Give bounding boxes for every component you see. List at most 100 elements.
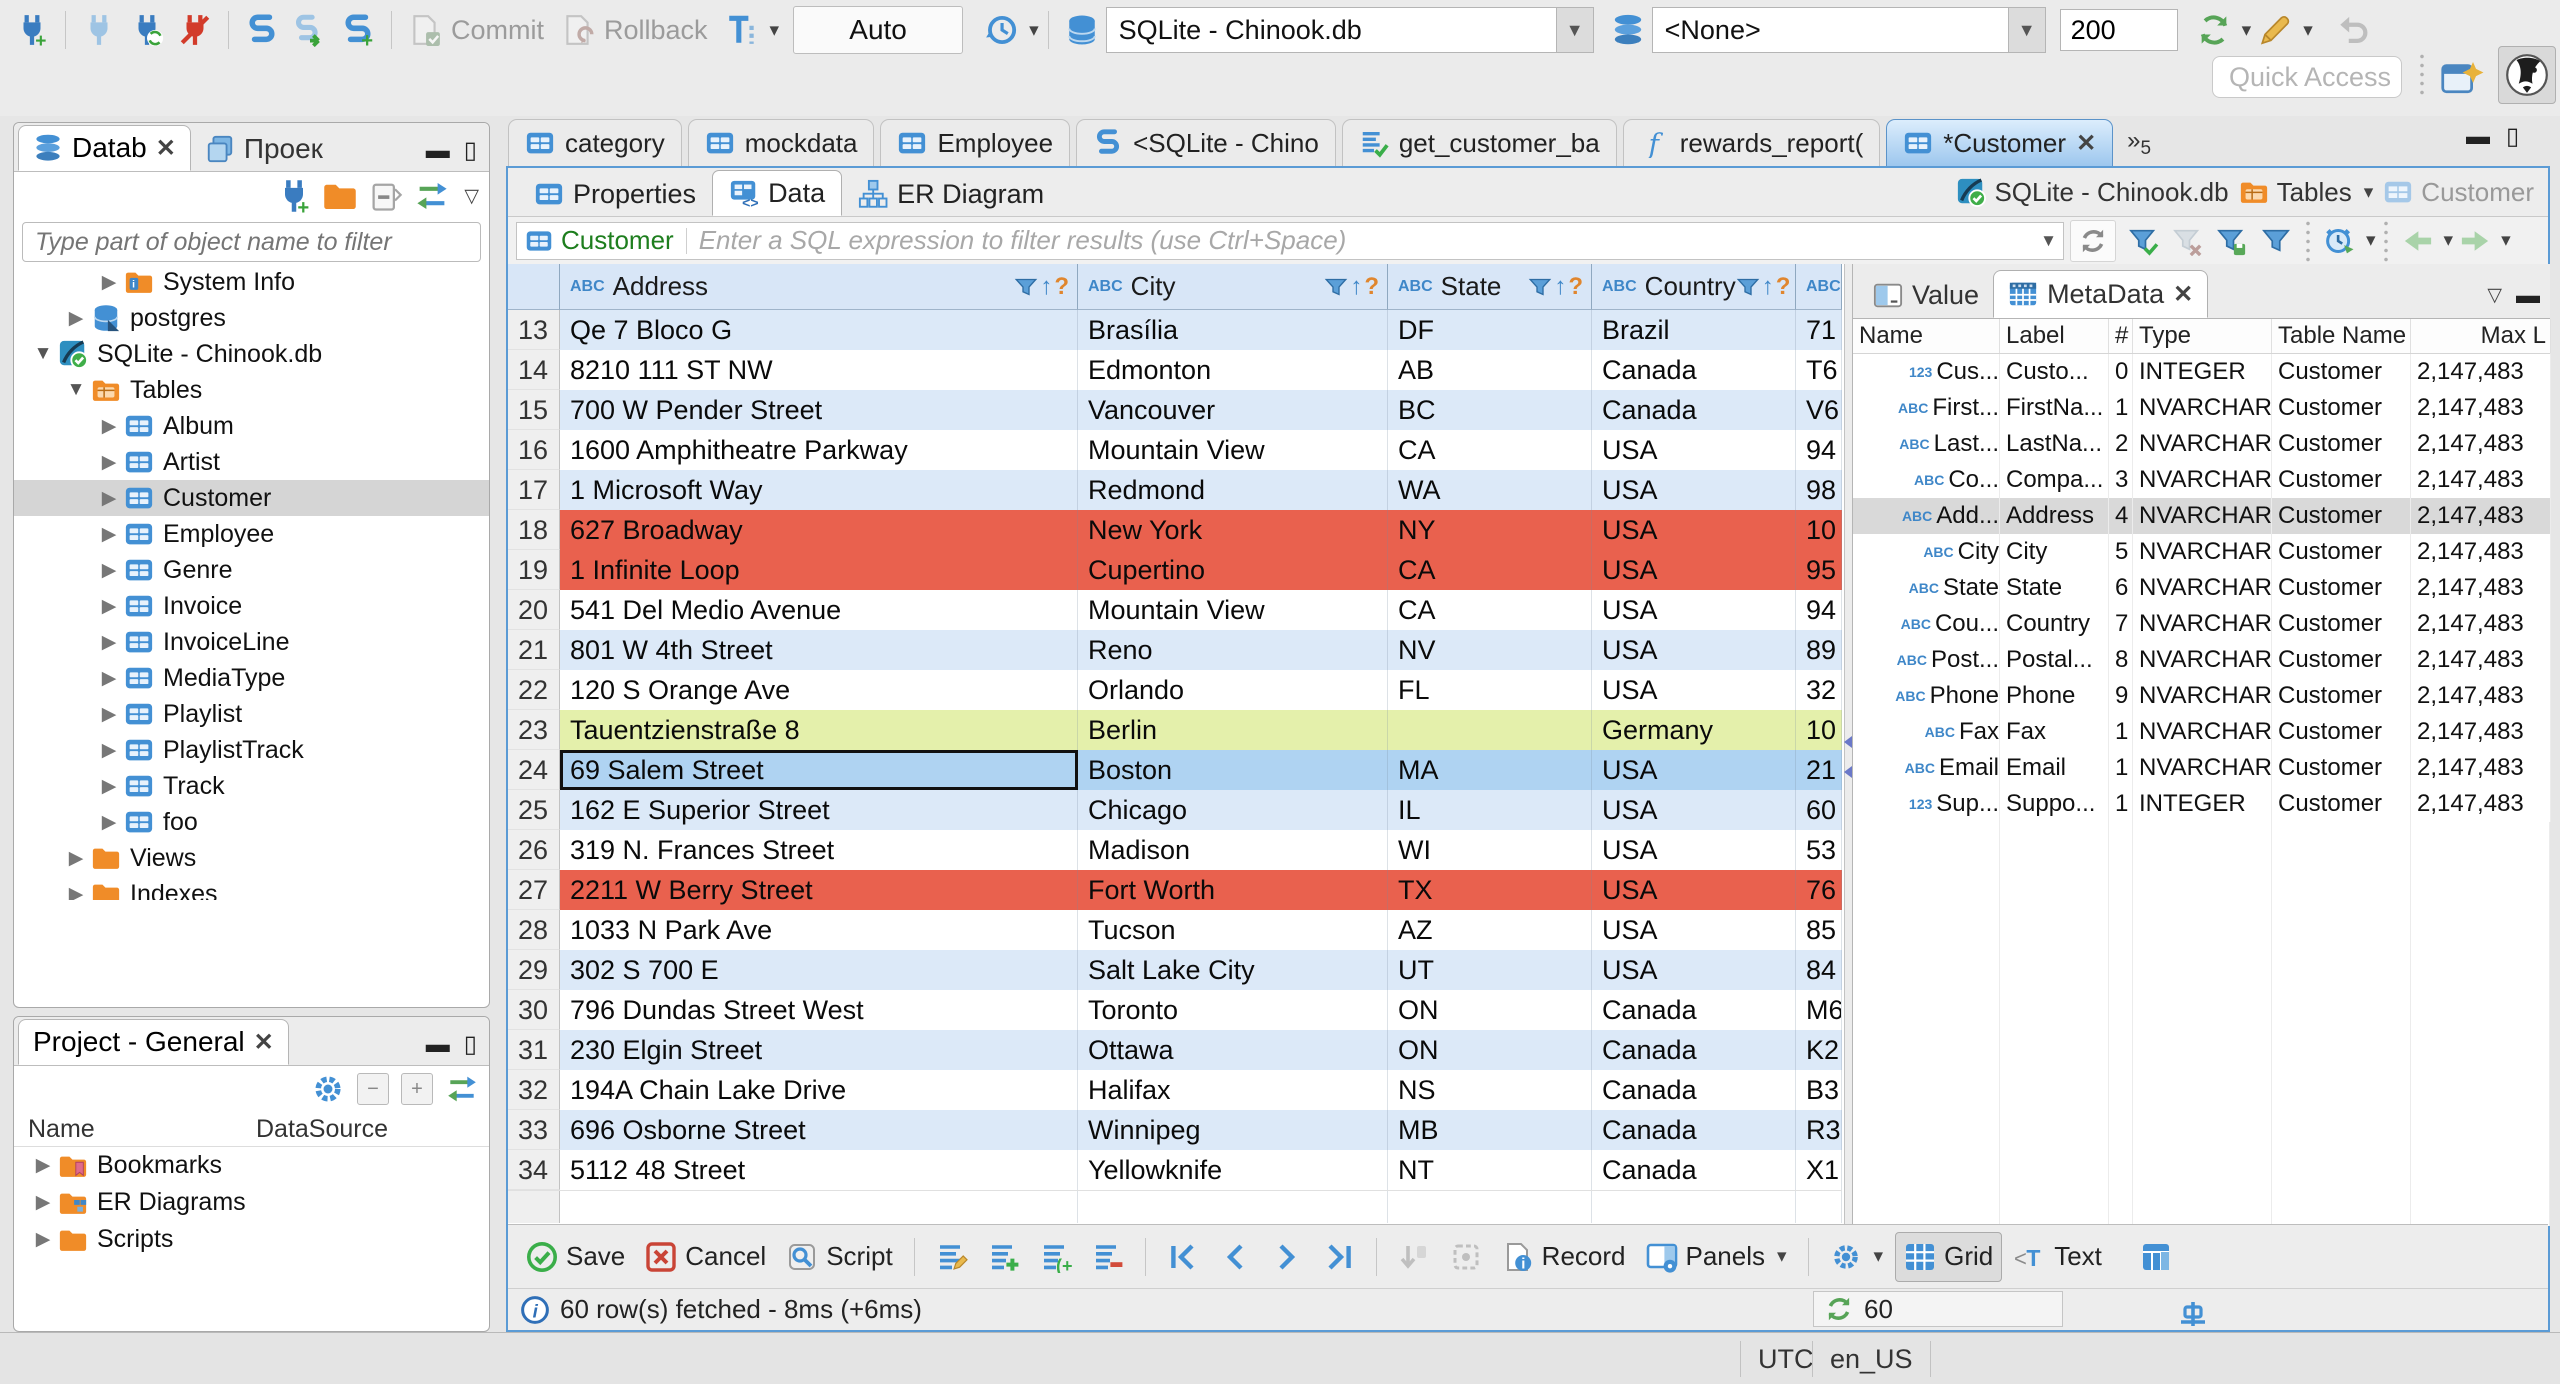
cell-postal-partial[interactable]: 98	[1796, 470, 1842, 510]
connect-icon[interactable]	[75, 6, 123, 54]
cell-postal-partial[interactable]: 60	[1796, 790, 1842, 830]
meta-cell-label[interactable]: Suppo...	[2000, 786, 2109, 822]
breadcrumb-item-1[interactable]: Tables ▾	[2239, 177, 2374, 208]
meta-cell-name[interactable]: 123 Cus...	[1853, 354, 2000, 390]
auto-refresh-box[interactable]: 60	[1813, 1291, 2063, 1327]
nav-new-folder-icon[interactable]	[322, 178, 358, 214]
cell-address[interactable]: 696 Osborne Street	[560, 1110, 1078, 1150]
duplicate-row-button[interactable]: (+)	[1032, 1233, 1080, 1281]
meta-cell-name[interactable]: ABC State	[1853, 570, 2000, 606]
history-back-dropdown[interactable]: ▾	[2444, 229, 2454, 252]
value-view-button[interactable]	[2132, 1233, 2180, 1281]
cell-country[interactable]: Canada	[1592, 1070, 1796, 1110]
disconnect-icon[interactable]	[171, 6, 219, 54]
commit-icon[interactable]	[401, 6, 449, 54]
meta-cell-table[interactable]: Customer	[2272, 498, 2411, 534]
meta-cell-table[interactable]: Customer	[2272, 786, 2411, 822]
metadata-row-email[interactable]: ABC Email Email 1 NVARCHAR Customer 2,147,483	[1853, 750, 2551, 786]
collapsed-arrow-icon[interactable]: ▶	[61, 847, 91, 870]
meta-cell-type[interactable]: NVARCHAR	[2133, 534, 2272, 570]
open-perspective-icon[interactable]	[2440, 56, 2484, 100]
cell-state[interactable]: CA	[1388, 430, 1592, 470]
breadcrumb-dropdown-arrow[interactable]: ▾	[2364, 181, 2374, 204]
meta-cell-table[interactable]: Customer	[2272, 570, 2411, 606]
cell-city[interactable]: Chicago	[1078, 790, 1388, 830]
cell-state[interactable]: AZ	[1388, 910, 1592, 950]
meta-cell-name[interactable]: ABC Fax	[1853, 714, 2000, 750]
object-filter-input[interactable]	[22, 222, 481, 262]
cancel-button[interactable]: Cancel	[637, 1233, 774, 1281]
metadata-row-lastna-[interactable]: ABC Last... LastNa... 2 NVARCHAR Customer 2,14…	[1853, 426, 2551, 462]
tab-value-viewer[interactable]: Value	[1859, 272, 1993, 318]
meta-cell-maxlength[interactable]: 2,147,483	[2411, 534, 2551, 570]
row-number[interactable]: 22	[508, 670, 560, 710]
meta-cell-ordinal[interactable]: 8	[2109, 642, 2133, 678]
meta-cell-maxlength[interactable]: 2,147,483	[2411, 606, 2551, 642]
breadcrumb-item-2[interactable]: Customer	[2383, 177, 2534, 208]
meta-cell-ordinal[interactable]: 2	[2109, 426, 2133, 462]
cell-country[interactable]: USA	[1592, 870, 1796, 910]
history-back-icon[interactable]	[2396, 221, 2440, 261]
transaction-log-dropdown[interactable]: ▾	[1029, 19, 1039, 42]
collapsed-arrow-icon[interactable]: ▶	[94, 451, 124, 474]
meta-cell-label[interactable]: Postal...	[2000, 642, 2109, 678]
meta-cell-maxlength[interactable]: 2,147,483	[2411, 354, 2551, 390]
collapsed-arrow-icon[interactable]: ▶	[94, 631, 124, 654]
fetch-all-button[interactable]	[1442, 1233, 1490, 1281]
row-number[interactable]: 33	[508, 1110, 560, 1150]
previous-row-button[interactable]	[1211, 1233, 1259, 1281]
cell-city[interactable]: Redmond	[1078, 470, 1388, 510]
cell-address[interactable]: Qe 7 Bloco G	[560, 310, 1078, 350]
editor-tab-mockdata[interactable]: mockdata	[687, 119, 875, 166]
cell-city[interactable]: Ottawa	[1078, 1030, 1388, 1070]
row-number[interactable]: 30	[508, 990, 560, 1030]
meta-cell-maxlength[interactable]: 2,147,483	[2411, 714, 2551, 750]
cell-postal-partial[interactable]: 76	[1796, 870, 1842, 910]
cell-city[interactable]: Yellowknife	[1078, 1150, 1388, 1190]
metadata-row-country[interactable]: ABC Cou... Country 7 NVARCHAR Customer 2,147,4…	[1853, 606, 2551, 642]
tree-item-mediatype[interactable]: ▶ MediaType	[14, 660, 489, 696]
tab-database-navigator[interactable]: Datab ✕	[18, 125, 191, 171]
cell-postal-partial[interactable]: R3	[1796, 1110, 1842, 1150]
tree-item-invoice[interactable]: ▶ Invoice	[14, 588, 489, 624]
cell-address[interactable]: Tauentzienstraße 8	[560, 710, 1078, 750]
cell-postal-partial[interactable]: T6	[1796, 350, 1842, 390]
project-item-er-diagrams[interactable]: ▶ ER Diagrams	[14, 1184, 489, 1221]
meta-cell-maxlength[interactable]: 2,147,483	[2411, 750, 2551, 786]
open-sql-script-icon[interactable]	[286, 6, 334, 54]
custom-filter-icon[interactable]	[2254, 221, 2298, 261]
cell-city[interactable]: Vancouver	[1078, 390, 1388, 430]
meta-cell-table[interactable]: Customer	[2272, 606, 2411, 642]
cell-address[interactable]: 700 W Pender Street	[560, 390, 1078, 430]
cell-city[interactable]: Madison	[1078, 830, 1388, 870]
meta-cell-table[interactable]: Customer	[2272, 750, 2411, 786]
meta-cell-label[interactable]: LastNa...	[2000, 426, 2109, 462]
cell-state[interactable]: CA	[1388, 550, 1592, 590]
refresh-connection-icon[interactable]	[2190, 6, 2238, 54]
row-number[interactable]: 19	[508, 550, 560, 590]
meta-cell-label[interactable]: Custo...	[2000, 354, 2109, 390]
maximize-panel-icon[interactable]: ▯	[464, 139, 477, 163]
project-settings-gear-icon[interactable]	[311, 1072, 345, 1106]
meta-cell-label[interactable]: Fax	[2000, 714, 2109, 750]
tree-item-playlist[interactable]: ▶ Playlist	[14, 696, 489, 732]
meta-cell-name[interactable]: ABC Co...	[1853, 462, 2000, 498]
meta-cell-type[interactable]: INTEGER	[2133, 786, 2272, 822]
column-sort-filter[interactable]: ↑?	[1528, 273, 1583, 301]
tree-item-postgres[interactable]: ▶ postgres	[14, 300, 489, 336]
rollback-icon[interactable]	[554, 6, 602, 54]
cell-country[interactable]: USA	[1592, 910, 1796, 950]
meta-cell-name[interactable]: ABC First...	[1853, 390, 2000, 426]
editor-tab-employee[interactable]: Employee	[880, 119, 1071, 166]
cell-country[interactable]: Brazil	[1592, 310, 1796, 350]
sql-editor-icon[interactable]	[238, 6, 286, 54]
row-number[interactable]: 15	[508, 390, 560, 430]
collapsed-arrow-icon[interactable]: ▶	[94, 703, 124, 726]
tab-metadata[interactable]: MetaData ✕	[1993, 270, 2209, 318]
add-row-button[interactable]	[980, 1233, 1028, 1281]
meta-column-label[interactable]: Label	[2000, 319, 2109, 353]
locale-indicator[interactable]: en_US	[1830, 1344, 1913, 1375]
cell-country[interactable]: USA	[1592, 430, 1796, 470]
row-number[interactable]: 26	[508, 830, 560, 870]
row-number[interactable]: 20	[508, 590, 560, 630]
